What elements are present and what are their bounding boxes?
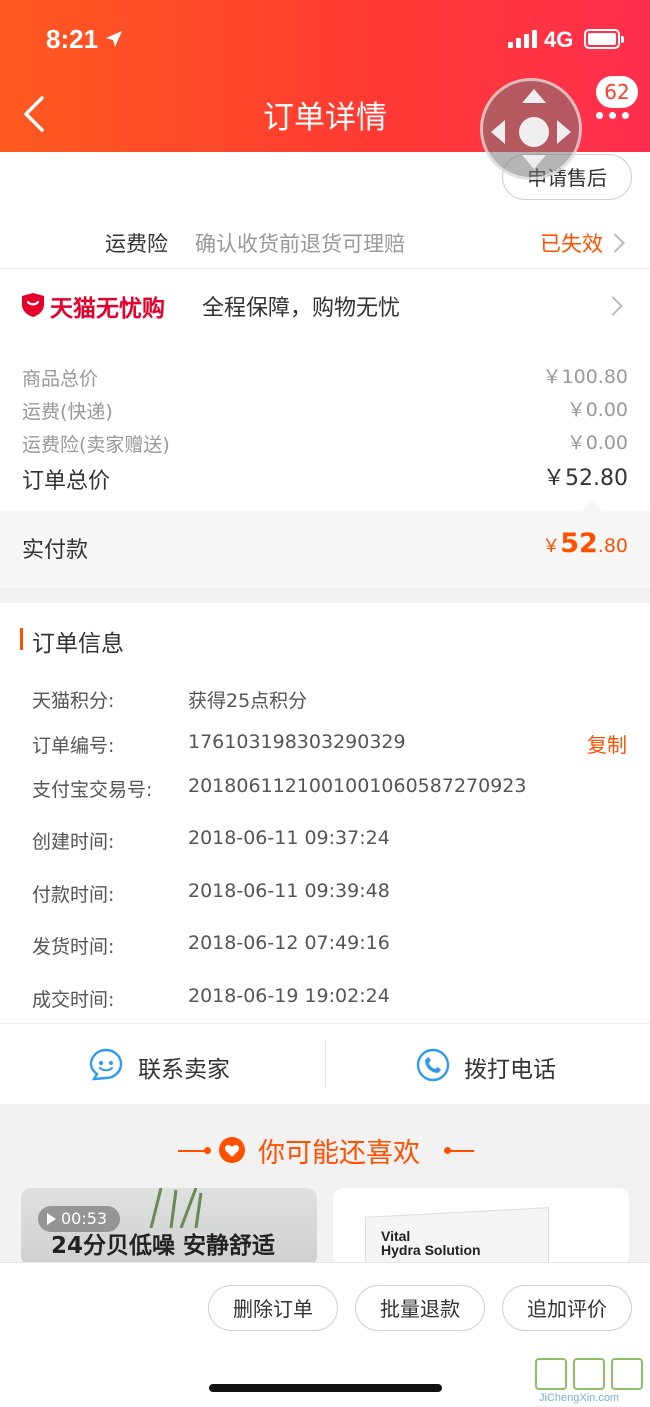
info-value: 2018061121001001060587270923 — [188, 775, 527, 797]
price-row-label: 运费险(卖家赠送) — [22, 434, 170, 456]
freight-insurance-label: 运费险 — [105, 232, 168, 256]
network-type: 4G — [544, 27, 574, 52]
order-total-label: 订单总价 — [22, 469, 111, 494]
phone-icon — [416, 1048, 450, 1082]
info-value: 2018-06-12 07:49:16 — [188, 932, 390, 954]
paid-int: 52 — [560, 528, 598, 559]
battery-icon — [584, 29, 624, 49]
info-label: 支付宝交易号: — [32, 779, 153, 801]
arrow-right-icon — [557, 120, 571, 144]
section-accent-bar — [20, 628, 23, 650]
price-row-value: ￥0.00 — [566, 432, 628, 454]
chat-bubble-icon — [89, 1048, 123, 1081]
call-phone-label: 拨打电话 — [464, 1057, 556, 1083]
freight-insurance-desc: 确认收货前退货可理赔 — [195, 232, 405, 256]
order-info-section — [0, 603, 650, 1023]
info-value: 获得25点积分 — [188, 690, 308, 712]
paid-amount: ￥52.80 — [542, 528, 628, 559]
recommend-card-product[interactable]: Vital Hydra Solution — [333, 1188, 629, 1266]
contact-seller-button[interactable]: 联系卖家 — [0, 1024, 325, 1105]
assistive-joystick[interactable] — [480, 78, 582, 180]
message-count-badge: 62 — [596, 76, 638, 108]
delete-order-button[interactable]: 删除订单 — [208, 1285, 338, 1331]
paid-label: 实付款 — [22, 538, 89, 563]
add-review-button[interactable]: 追加评价 — [502, 1285, 632, 1331]
location-arrow-icon — [106, 31, 122, 47]
price-section: 天猫无忧购 全程保障，购物无忧 商品总价 ￥100.80 运费(快递) ￥0.0… — [0, 268, 650, 511]
price-row-label: 运费(快递) — [22, 401, 113, 423]
status-time: 8:21 — [46, 24, 99, 54]
info-label: 发货时间: — [32, 936, 115, 958]
order-total-value: ￥52.80 — [543, 466, 628, 491]
price-row-value: ￥0.00 — [566, 399, 628, 421]
divider-line — [448, 1150, 474, 1152]
paid-dec: .80 — [597, 535, 628, 557]
expand-caret — [582, 497, 602, 511]
recommend-card-video[interactable]: 00:53 24分贝低噪 安静舒适 — [21, 1188, 317, 1266]
info-label: 成交时间: — [32, 989, 115, 1011]
divider-dot — [204, 1147, 211, 1154]
product-brand-line2: Hydra Solution — [381, 1242, 481, 1258]
watermark-text: JiChengXin.com — [539, 1392, 620, 1404]
arrow-left-icon — [491, 120, 505, 144]
info-value: 176103198303290329 — [188, 731, 406, 753]
paid-row: 实付款 ￥52.80 — [0, 510, 650, 588]
batch-refund-button[interactable]: 批量退款 — [355, 1285, 485, 1331]
contact-row: 联系卖家 拨打电话 — [0, 1023, 650, 1104]
plant-leaves-icon — [149, 1188, 203, 1228]
joystick-center — [519, 117, 549, 147]
arrow-down-icon — [522, 155, 546, 169]
call-phone-button[interactable]: 拨打电话 — [326, 1024, 650, 1105]
order-info-title: 订单信息 — [32, 631, 124, 657]
signal-icon — [508, 30, 537, 48]
home-indicator[interactable] — [209, 1384, 442, 1392]
tmall-shield-icon — [22, 293, 44, 317]
arrow-up-icon — [522, 89, 546, 103]
info-label: 付款时间: — [32, 884, 115, 906]
card-caption: 24分贝低噪 安静舒适 — [51, 1233, 276, 1259]
info-value: 2018-06-11 09:37:24 — [188, 827, 390, 849]
recommend-title: 你可能还喜欢 — [258, 1138, 420, 1169]
chevron-right-icon — [603, 296, 623, 316]
info-label: 订单编号: — [32, 735, 115, 757]
tmall-slogan[interactable]: 全程保障，购物无忧 — [202, 290, 400, 322]
info-label: 创建时间: — [32, 831, 115, 853]
tmall-logo-text: 天猫无忧购 — [50, 296, 165, 322]
info-value: 2018-06-11 09:39:48 — [188, 880, 390, 902]
more-menu-icon[interactable] — [596, 112, 629, 119]
price-row-label: 商品总价 — [22, 368, 99, 390]
info-label: 天猫积分: — [32, 690, 115, 712]
price-row-value: ￥100.80 — [542, 366, 628, 388]
contact-seller-label: 联系卖家 — [138, 1057, 230, 1083]
copy-order-number-button[interactable]: 复制 — [587, 729, 627, 758]
heart-icon — [219, 1137, 245, 1163]
play-icon — [47, 1213, 56, 1225]
info-value: 2018-06-19 19:02:24 — [188, 985, 390, 1007]
paid-currency: ￥ — [542, 536, 561, 557]
watermark-logo: JiChengXin.com — [535, 1358, 645, 1404]
chevron-right-icon — [605, 233, 625, 253]
freight-insurance-status[interactable]: 已失效 — [540, 228, 603, 258]
